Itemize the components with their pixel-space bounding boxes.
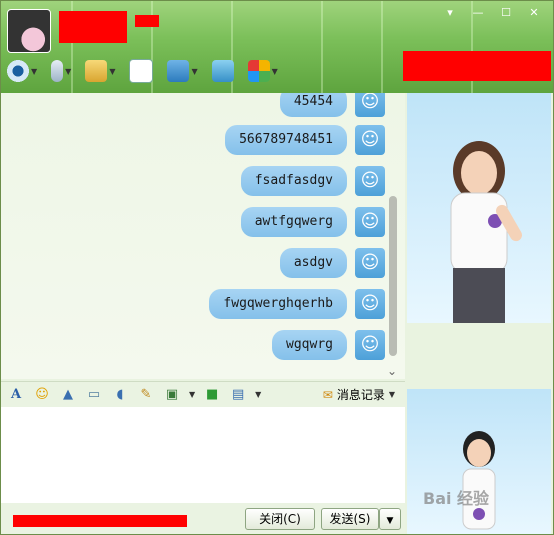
message-row: awtfgqwerg ☺: [240, 207, 385, 237]
chat-bubble-icon: [129, 59, 154, 83]
close-button[interactable]: 关闭(C): [245, 508, 315, 530]
smiley-icon: ☺: [355, 207, 385, 237]
chevron-down-icon[interactable]: ▼: [255, 390, 261, 399]
smiley-icon: ☺: [355, 330, 385, 360]
chevron-down-icon: ▼: [271, 66, 278, 76]
note-icon[interactable]: ✎: [137, 386, 155, 404]
self-figure: [462, 431, 496, 530]
chat-window: ▾ — ☐ ✕ ▼ ▼ ▼ ▼ ▼ 45454 ☺ 566789748451 ☺…: [0, 0, 554, 535]
expand-chevron-icon[interactable]: ⌄: [387, 364, 397, 378]
close-window-button[interactable]: ✕: [521, 5, 547, 21]
send-button[interactable]: 发送(S): [321, 508, 379, 530]
message-row: asdgv ☺: [279, 248, 385, 278]
smiley-icon: ☺: [355, 93, 385, 117]
message-bubble[interactable]: asdgv: [279, 248, 347, 278]
main-toolbar: ▼ ▼ ▼ ▼ ▼: [7, 59, 278, 83]
menu-button[interactable]: ▾: [437, 5, 463, 21]
apps-grid-icon: [247, 60, 270, 82]
contact-show-panel: [407, 93, 551, 323]
emoji-icon[interactable]: ☺: [33, 386, 51, 404]
send-file-button[interactable]: ▼: [85, 60, 115, 82]
message-bubble[interactable]: wgqwrg: [272, 330, 347, 360]
send-options-button[interactable]: ▼: [379, 508, 401, 530]
redacted-banner: [403, 51, 551, 81]
message-bubble[interactable]: awtfgqwerg: [240, 207, 347, 237]
chevron-down-icon: ▼: [65, 66, 72, 76]
message-history[interactable]: 45454 ☺ 566789748451 ☺ fsadfasdgv ☺ awtf…: [1, 93, 405, 379]
bottom-bar: 关闭(C) 发送(S) ▼: [1, 503, 405, 534]
remote-assist-button[interactable]: ▼: [167, 60, 198, 82]
chevron-down-icon: ▼: [191, 66, 198, 76]
voice-message-icon[interactable]: ◖: [111, 386, 129, 404]
camera-icon: [7, 60, 29, 82]
window-controls: ▾ — ☐ ✕: [437, 5, 547, 21]
maximize-button[interactable]: ☐: [493, 5, 519, 21]
message-row: 45454 ☺: [279, 93, 385, 117]
message-row: fsadfasdgv ☺: [240, 166, 385, 196]
chevron-down-icon: ▼: [386, 516, 394, 526]
apps-button[interactable]: ▼: [247, 60, 278, 82]
message-row: wgqwrg ☺: [272, 330, 385, 360]
folder-icon: [85, 60, 108, 82]
font-icon[interactable]: A: [7, 386, 25, 404]
history-icon: ✉: [322, 387, 333, 402]
smiley-icon: ☺: [355, 125, 385, 155]
message-bubble[interactable]: 45454: [279, 93, 347, 117]
voice-call-button[interactable]: ▼: [51, 60, 71, 82]
share-screen-button[interactable]: [211, 60, 234, 82]
watermark: Bai 经验: [423, 489, 490, 508]
redacted-footer: [13, 515, 187, 527]
video-clip-icon[interactable]: ▭: [85, 386, 103, 404]
message-bubble[interactable]: fsadfasdgv: [240, 166, 347, 196]
microphone-icon: [51, 60, 64, 82]
video-call-button[interactable]: ▼: [7, 60, 37, 82]
screen-icon: [167, 60, 190, 82]
contact-avatar[interactable]: [7, 9, 51, 53]
message-bubble[interactable]: fwgqwerghqerhb: [209, 289, 347, 319]
message-row: fwgqwerghqerhb ☺: [209, 289, 385, 319]
contact-figure: [450, 141, 522, 323]
image-icon[interactable]: ▣: [163, 386, 181, 404]
chevron-down-icon: ▼: [31, 66, 38, 76]
smiley-icon: ☺: [355, 248, 385, 278]
screenshot-icon[interactable]: ▤: [229, 386, 247, 404]
redacted-name: [59, 11, 127, 43]
smiley-icon: ☺: [355, 166, 385, 196]
monitor-icon: [211, 60, 234, 82]
message-input[interactable]: [1, 407, 405, 503]
chevron-down-icon: ▼: [109, 66, 116, 76]
history-label: 消息记录: [336, 388, 385, 402]
message-button[interactable]: [129, 59, 154, 83]
history-button[interactable]: ✉ 消息记录 ▼: [323, 386, 395, 403]
message-bubble[interactable]: 566789748451: [225, 125, 347, 155]
gift-icon[interactable]: ■: [203, 386, 221, 404]
shake-window-icon[interactable]: ▲: [59, 386, 77, 404]
self-show-panel: Bai 经验: [407, 389, 551, 534]
scrollbar-thumb[interactable]: [389, 196, 397, 356]
minimize-button[interactable]: —: [465, 5, 491, 21]
format-toolbar: A ☺ ▲ ▭ ◖ ✎ ▣ ▼ ■ ▤ ▼ ✉ 消息记录 ▼: [1, 381, 405, 407]
title-bar: ▾ — ☐ ✕ ▼ ▼ ▼ ▼ ▼: [1, 1, 553, 93]
chevron-down-icon[interactable]: ▼: [189, 390, 195, 399]
smiley-icon: ☺: [355, 289, 385, 319]
message-row: 566789748451 ☺: [225, 125, 385, 155]
redacted-status: [135, 15, 159, 27]
chevron-down-icon: ▼: [388, 390, 395, 399]
